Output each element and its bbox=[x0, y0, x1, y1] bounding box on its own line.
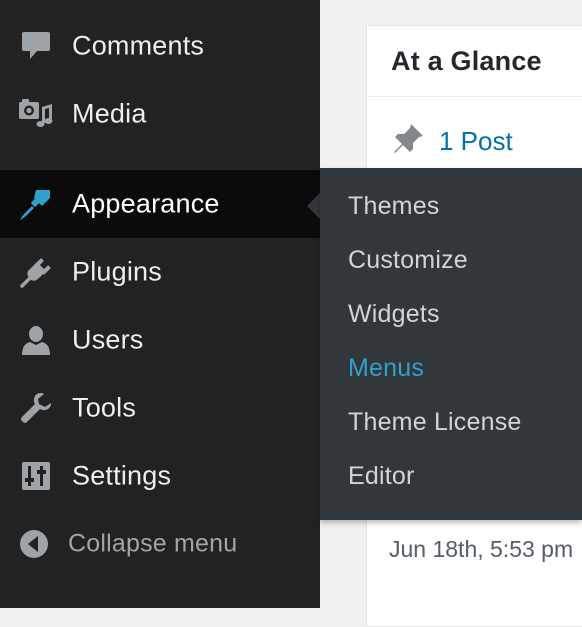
sidebar-item-label: Plugins bbox=[72, 256, 162, 287]
media-icon bbox=[18, 96, 54, 132]
sidebar-item-label: Tools bbox=[72, 392, 137, 423]
sidebar-item-plugins[interactable]: Plugins bbox=[0, 238, 320, 306]
post-count-link[interactable]: 1 Post bbox=[439, 126, 513, 157]
submenu-item-widgets[interactable]: Widgets bbox=[348, 300, 440, 329]
collapse-menu-button[interactable]: Collapse menu bbox=[0, 510, 320, 578]
post-count-row: 1 Post bbox=[391, 122, 513, 161]
sidebar-item-label: Media bbox=[72, 98, 147, 129]
sidebar-item-appearance[interactable]: Appearance bbox=[0, 170, 320, 238]
collapse-arrow-icon bbox=[16, 526, 52, 562]
submenu-item-customize[interactable]: Customize bbox=[348, 246, 468, 275]
submenu-item-editor[interactable]: Editor bbox=[348, 462, 415, 491]
sidebar-item-settings[interactable]: Settings bbox=[0, 442, 320, 510]
widget-title: At a Glance bbox=[391, 46, 542, 76]
widget-divider bbox=[367, 96, 582, 97]
sidebar-item-users[interactable]: Users bbox=[0, 306, 320, 374]
submenu-item-themes[interactable]: Themes bbox=[348, 192, 440, 221]
pushpin-icon bbox=[391, 122, 425, 161]
paint-brush-icon bbox=[18, 186, 54, 222]
plugin-icon bbox=[18, 254, 54, 290]
sidebar-item-media[interactable]: Media bbox=[0, 80, 320, 148]
activity-date: Jun 18th, 5:53 pm bbox=[389, 536, 574, 562]
sidebar-item-label: Comments bbox=[72, 30, 205, 61]
submenu-item-menus[interactable]: Menus bbox=[348, 354, 424, 383]
admin-sidebar: Comments Media Appearance Plugins Users … bbox=[0, 0, 320, 608]
comment-icon bbox=[18, 28, 54, 64]
wrench-icon bbox=[18, 390, 54, 426]
submenu-pointer bbox=[307, 193, 320, 219]
collapse-menu-label: Collapse menu bbox=[68, 529, 238, 558]
submenu-item-theme-license[interactable]: Theme License bbox=[348, 408, 522, 437]
appearance-submenu: Themes Customize Widgets Menus Theme Lic… bbox=[320, 168, 582, 520]
sidebar-item-comments[interactable]: Comments bbox=[0, 12, 320, 80]
settings-sliders-icon bbox=[18, 458, 54, 494]
sidebar-item-tools[interactable]: Tools bbox=[0, 374, 320, 442]
user-icon bbox=[18, 322, 54, 358]
sidebar-item-label: Settings bbox=[72, 460, 172, 491]
sidebar-item-label: Appearance bbox=[72, 188, 220, 219]
sidebar-item-label: Users bbox=[72, 324, 144, 355]
